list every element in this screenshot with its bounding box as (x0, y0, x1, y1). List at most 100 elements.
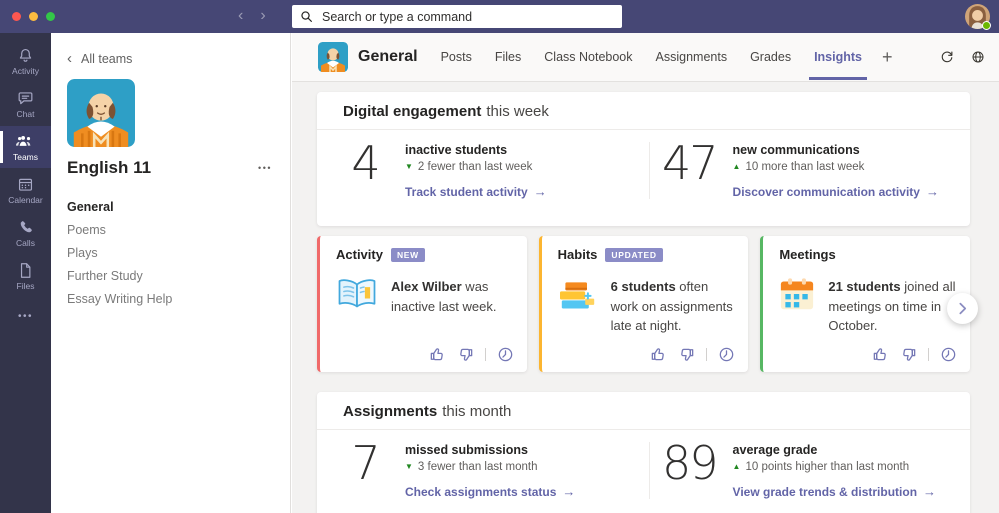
nav-back-button[interactable]: ‹ (238, 5, 243, 27)
arrow-right-icon: → (923, 484, 937, 499)
panel-header: Digital engagement this week (317, 92, 970, 130)
thumbs-down-icon[interactable] (900, 346, 917, 363)
thumbs-up-icon[interactable] (650, 346, 667, 363)
user-avatar[interactable] (965, 4, 991, 30)
trend-up-icon: ▲ (732, 462, 741, 471)
stat-label: average grade (732, 443, 818, 457)
insights-canvas: Digital engagement this week 4 inactive … (292, 82, 999, 513)
file-icon (20, 263, 31, 279)
arrow-right-icon: → (562, 484, 576, 499)
rail-item-teams[interactable]: Teams (0, 126, 51, 168)
refresh-icon[interactable] (939, 49, 955, 65)
bell-icon (19, 49, 32, 63)
channel-list: General Poems Plays Further Study Essay … (67, 195, 290, 310)
team-name-row: English 11 ••• (67, 158, 272, 178)
minimize-window-button[interactable] (29, 12, 38, 21)
channel-header: General Posts Files Class Notebook Assig… (292, 33, 999, 82)
card-highlight: 21 students (828, 279, 901, 294)
arrow-right-icon: → (925, 184, 939, 199)
presence-indicator (982, 21, 991, 30)
trend-text: 2 fewer than last week (417, 161, 533, 173)
stat-label: missed submissions (405, 443, 528, 457)
rail-item-chat[interactable]: Chat (0, 83, 51, 125)
calendar-icon (18, 179, 33, 191)
stat-average-grade: 89 average grade ▲ 10 points higher than… (649, 440, 970, 499)
nav-forward-button[interactable]: › (260, 5, 265, 27)
channel-avatar (318, 42, 348, 72)
thumbs-down-icon[interactable] (678, 346, 695, 363)
rail-item-calendar[interactable]: Calendar (0, 169, 51, 211)
dismiss-insight-icon[interactable] (718, 346, 735, 363)
teams-people-icon (16, 136, 31, 147)
tab-assignments[interactable]: Assignments (656, 50, 728, 64)
rail-label: Activity (12, 66, 39, 77)
panel-title: Assignments (343, 403, 438, 420)
tab-insights[interactable]: Insights (809, 50, 867, 80)
rail-item-files[interactable]: Files (0, 255, 51, 297)
all-teams-back-link[interactable]: ‹ All teams (67, 50, 290, 67)
stat-missed-submissions: 7 missed submissions ▼ 3 fewer than last… (317, 440, 649, 499)
channel-item-general[interactable]: General (67, 195, 290, 218)
channel-item-essay-writing-help[interactable]: Essay Writing Help (67, 287, 290, 310)
chevron-left-icon: ‹ (67, 50, 72, 67)
trend-text: 10 points higher than last month (745, 461, 910, 473)
channel-item-poems[interactable]: Poems (67, 218, 290, 241)
meetings-insight-card[interactable]: Meetings 21 students joined all meetings… (760, 236, 971, 372)
phone-icon (20, 221, 32, 233)
teams-app-window: ‹ › Activity Chat Teams Calendar (0, 0, 999, 513)
activity-insight-card[interactable]: Activity NEW Alex Wilber was inactive la… (317, 236, 527, 372)
channel-item-further-study[interactable]: Further Study (67, 264, 290, 287)
add-tab-button[interactable]: + (882, 47, 893, 68)
command-search-box[interactable] (292, 5, 622, 28)
card-highlight: Alex Wilber (391, 279, 462, 294)
dismiss-insight-icon[interactable] (497, 346, 514, 363)
books-stack-icon (558, 277, 598, 318)
digital-engagement-panel: Digital engagement this week 4 inactive … (317, 92, 970, 226)
dismiss-insight-icon[interactable] (940, 346, 957, 363)
view-grade-trends-link[interactable]: View grade trends & distribution → (733, 484, 936, 499)
check-assignments-status-link[interactable]: Check assignments status → (405, 484, 575, 499)
trend-down-icon: ▼ (405, 162, 413, 171)
search-icon (301, 11, 312, 22)
team-sidebar: ‹ All teams English 11 ••• General Poems… (51, 33, 291, 513)
channel-title: General (358, 48, 418, 65)
history-nav: ‹ › (238, 5, 266, 27)
track-student-activity-link[interactable]: Track student activity → (405, 184, 547, 199)
team-name: English 11 (67, 158, 152, 177)
rail-item-activity[interactable]: Activity (0, 40, 51, 82)
chat-icon (18, 92, 33, 105)
tab-grades[interactable]: Grades (750, 50, 791, 64)
calendar-color-icon (779, 277, 815, 316)
discover-communication-activity-link[interactable]: Discover communication activity → (733, 184, 939, 199)
thumbs-up-icon[interactable] (429, 346, 446, 363)
trend-text: 3 fewer than last month (417, 461, 538, 473)
app-rail: Activity Chat Teams Calendar Calls Files… (0, 33, 51, 513)
thumbs-up-icon[interactable] (872, 346, 889, 363)
channel-tabs: Posts Files Class Notebook Assignments G… (441, 50, 867, 80)
tab-files[interactable]: Files (495, 50, 521, 64)
stat-label: inactive students (405, 143, 508, 157)
assignments-panel: Assignments this month 7 missed submissi… (317, 392, 970, 513)
card-title: Activity (336, 247, 383, 262)
divider (706, 348, 708, 361)
tab-posts[interactable]: Posts (441, 50, 472, 64)
tab-class-notebook[interactable]: Class Notebook (544, 50, 632, 64)
card-title: Meetings (779, 247, 836, 262)
rail-item-calls[interactable]: Calls (0, 212, 51, 254)
divider (928, 348, 930, 361)
trend-up-icon: ▲ (732, 162, 741, 171)
team-avatar[interactable] (67, 79, 135, 147)
maximize-window-button[interactable] (46, 12, 55, 21)
panel-body: 7 missed submissions ▼ 3 fewer than last… (317, 430, 970, 499)
stat-value: 47 (662, 136, 719, 190)
team-options-button[interactable]: ••• (258, 163, 272, 173)
carousel-next-button[interactable] (947, 293, 978, 324)
close-window-button[interactable] (12, 12, 21, 21)
habits-insight-card[interactable]: Habits UPDATED 6 students often work on … (538, 236, 749, 372)
search-input[interactable] (320, 8, 614, 25)
rail-more-apps-button[interactable]: ••• (0, 298, 51, 334)
channel-item-plays[interactable]: Plays (67, 241, 290, 264)
thumbs-down-icon[interactable] (457, 346, 474, 363)
arrow-right-icon: → (533, 184, 547, 199)
globe-icon[interactable] (970, 49, 986, 65)
